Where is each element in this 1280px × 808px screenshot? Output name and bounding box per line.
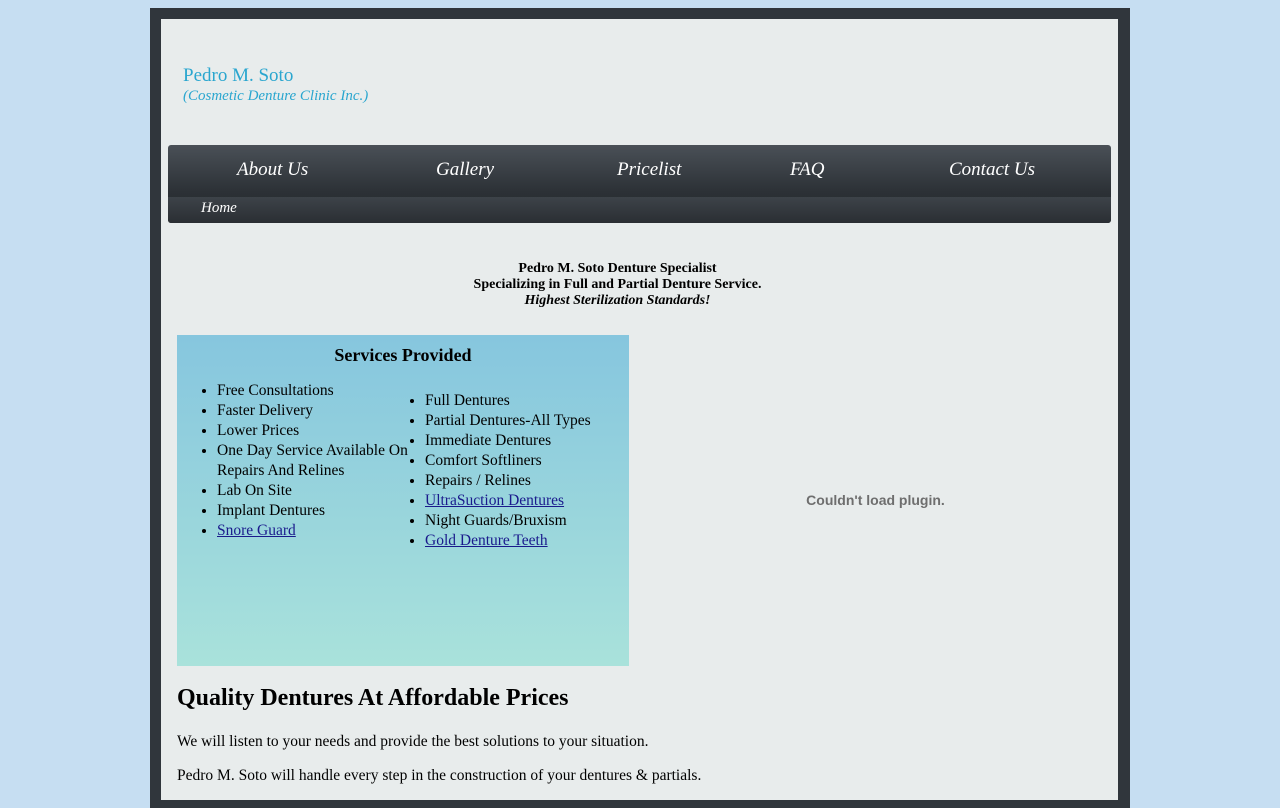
- intro-line-2: Specializing in Full and Partial Denture…: [473, 277, 762, 292]
- services-box: Services Provided Free Consultations Fas…: [177, 335, 629, 666]
- gold-denture-teeth-link[interactable]: Gold Denture Teeth: [425, 532, 548, 549]
- nav-faq[interactable]: FAQ: [790, 159, 824, 181]
- site-header: Pedro M. Soto (Cosmetic Denture Clinic I…: [183, 65, 368, 105]
- main-heading: Quality Dentures At Affordable Prices: [177, 685, 569, 711]
- list-item: Repairs / Relines: [425, 471, 665, 491]
- intro-line-1: Pedro M. Soto Denture Specialist: [518, 261, 717, 276]
- nav-about-us[interactable]: About Us: [237, 159, 308, 181]
- list-item: Gold Denture Teeth: [425, 531, 665, 551]
- paragraph-1: We will listen to your needs and provide…: [177, 733, 649, 750]
- list-item: Partial Dentures-All Types: [425, 411, 665, 431]
- page-panel: Pedro M. Soto (Cosmetic Denture Clinic I…: [161, 19, 1118, 800]
- list-item: UltraSuction Dentures: [425, 491, 665, 511]
- intro-block: Pedro M. Soto Denture Specialist Special…: [161, 261, 1074, 309]
- nav-pricelist[interactable]: Pricelist: [617, 159, 681, 181]
- services-list-right: Full Dentures Partial Dentures-All Types…: [385, 391, 665, 551]
- services-list-left: Free Consultations Faster Delivery Lower…: [177, 381, 417, 541]
- services-title: Services Provided: [334, 345, 472, 365]
- nav-gallery[interactable]: Gallery: [436, 159, 494, 181]
- intro-line-3: Highest Sterilization Standards!: [524, 293, 711, 308]
- ultrasuction-dentures-link[interactable]: UltraSuction Dentures: [425, 492, 564, 509]
- snore-guard-link[interactable]: Snore Guard: [217, 522, 296, 539]
- main-nav: About Us Gallery Pricelist FAQ Contact U…: [168, 145, 1111, 223]
- list-item: Full Dentures: [425, 391, 665, 411]
- plugin-placeholder[interactable]: Couldn't load plugin.: [639, 335, 1112, 666]
- paragraph-2: Pedro M. Soto will handle every step in …: [177, 767, 702, 784]
- nav-home[interactable]: Home: [201, 200, 237, 217]
- site-name[interactable]: Pedro M. Soto: [183, 65, 368, 87]
- nav-contact-us[interactable]: Contact Us: [949, 159, 1035, 181]
- list-item: Immediate Dentures: [425, 431, 665, 451]
- nav-primary: About Us Gallery Pricelist FAQ Contact U…: [168, 145, 1111, 197]
- site-tagline: (Cosmetic Denture Clinic Inc.): [183, 88, 369, 104]
- plugin-error-message: Couldn't load plugin.: [806, 492, 945, 508]
- nav-secondary: Home: [168, 197, 1111, 223]
- list-item: Night Guards/Bruxism: [425, 511, 665, 531]
- list-item: Comfort Softliners: [425, 451, 665, 471]
